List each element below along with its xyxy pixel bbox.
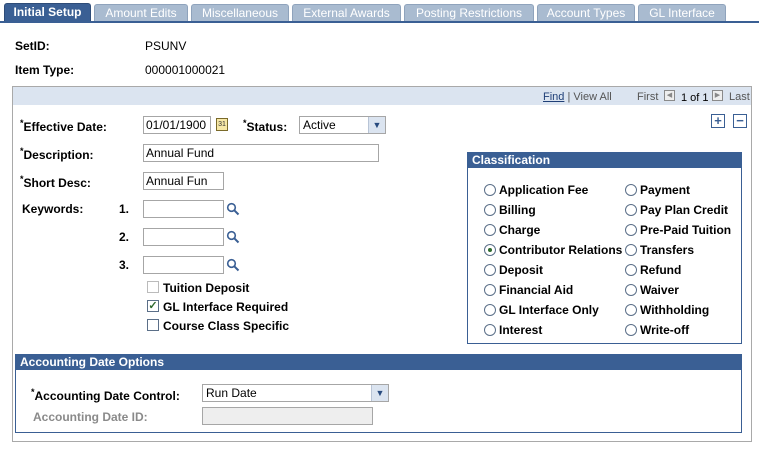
effective-date-label: *Effective Date:	[20, 118, 107, 134]
tab-amount-edits[interactable]: Amount Edits	[94, 4, 188, 22]
keyword-2-input[interactable]	[143, 228, 224, 246]
keyword-2-label: 2.	[119, 230, 130, 244]
add-row-button[interactable]: +	[711, 114, 725, 128]
delete-row-button[interactable]: −	[733, 114, 747, 128]
find-link[interactable]: Find	[543, 91, 564, 103]
classification-radio[interactable]	[625, 324, 637, 336]
classification-option-label: Charge	[499, 223, 541, 237]
course-class-specific-label: Course Class Specific	[163, 319, 290, 333]
short-desc-label: *Short Desc:	[20, 174, 91, 190]
item-type-value: 000001000021	[145, 63, 226, 77]
classification-option-label: Billing	[499, 203, 536, 217]
calendar-icon[interactable]: 31	[216, 118, 228, 131]
tab-posting-restrictions[interactable]: Posting Restrictions	[404, 4, 534, 22]
classification-option-label: Contributor Relations	[499, 243, 623, 257]
gl-interface-required-checkbox[interactable]: ✓	[147, 300, 159, 312]
search-icon[interactable]	[226, 202, 240, 216]
classification-radio[interactable]	[625, 244, 637, 256]
status-select-value: Active	[303, 118, 336, 132]
effective-date-input[interactable]: 01/01/1900	[143, 116, 211, 134]
tab-external-awards[interactable]: External Awards	[292, 4, 401, 22]
status-label: *Status:	[243, 118, 288, 134]
last-arrow-icon[interactable]: ▶	[712, 90, 723, 101]
course-class-specific-checkbox[interactable]	[147, 319, 159, 331]
setid-label: SetID:	[15, 39, 50, 53]
keyword-3-label: 3.	[119, 258, 130, 272]
grid-navigation: Find | View All	[543, 91, 612, 103]
classification-option-label: Financial Aid	[499, 283, 574, 297]
tuition-deposit-checkbox[interactable]	[147, 281, 159, 293]
classification-option-label: Pre-Paid Tuition	[640, 223, 732, 237]
accounting-date-control-label: *Accounting Date Control:	[31, 387, 180, 403]
classification-radio[interactable]	[625, 264, 637, 276]
classification-option-label: Refund	[640, 263, 682, 277]
search-icon[interactable]	[226, 258, 240, 272]
description-input[interactable]: Annual Fund	[143, 144, 379, 162]
keyword-1-label: 1.	[119, 202, 130, 216]
tab-gl-interface[interactable]: GL Interface	[638, 4, 726, 22]
accounting-date-control-value: Run Date	[206, 386, 257, 400]
classification-radio[interactable]	[484, 204, 496, 216]
classification-radio[interactable]	[625, 284, 637, 296]
first-link[interactable]: First	[637, 91, 658, 103]
accounting-date-title: Accounting Date Options	[15, 354, 742, 370]
tab-account-types[interactable]: Account Types	[537, 4, 635, 22]
tab-miscellaneous[interactable]: Miscellaneous	[191, 4, 289, 22]
keyword-3-input[interactable]	[143, 256, 224, 274]
classification-option-label: Withholding	[640, 303, 710, 317]
classification-option-label: Interest	[499, 323, 543, 337]
classification-option-label: Pay Plan Credit	[640, 203, 729, 217]
classification-radio[interactable]	[625, 184, 637, 196]
search-icon[interactable]	[226, 230, 240, 244]
classification-option-label: Transfers	[640, 243, 695, 257]
view-all-link[interactable]: View All	[573, 91, 611, 103]
classification-option-label: Write-off	[640, 323, 690, 337]
classification-option-label: Waiver	[640, 283, 679, 297]
classification-radio[interactable]	[484, 224, 496, 236]
tab-initial-setup[interactable]: Initial Setup	[4, 3, 91, 22]
tab-bar: Initial Setup Amount Edits Miscellaneous…	[0, 0, 759, 23]
classification-radio[interactable]	[484, 184, 496, 196]
short-desc-input[interactable]: Annual Fun	[143, 172, 224, 190]
row-count: 1 of 1	[681, 92, 709, 104]
keywords-label: Keywords:	[22, 202, 84, 216]
classification-radio[interactable]	[484, 324, 496, 336]
classification-radio[interactable]	[484, 264, 496, 276]
chevron-down-icon: ▼	[371, 385, 388, 401]
classification-radio[interactable]	[625, 224, 637, 236]
description-label: *Description:	[20, 146, 94, 162]
gl-interface-required-label: GL Interface Required	[163, 300, 289, 314]
classification-option-label: GL Interface Only	[499, 303, 599, 317]
classification-option-label: Payment	[640, 183, 691, 197]
accounting-date-control-select[interactable]: Run Date ▼	[202, 384, 389, 402]
accounting-date-id-input	[202, 407, 373, 425]
tuition-deposit-label: Tuition Deposit	[163, 281, 250, 295]
tab-underline	[0, 21, 759, 23]
setid-value: PSUNV	[145, 39, 187, 53]
classification-option-label: Application Fee	[499, 183, 589, 197]
classification-radio[interactable]	[625, 304, 637, 316]
item-type-label: Item Type:	[15, 63, 75, 77]
keyword-1-input[interactable]	[143, 200, 224, 218]
classification-option-label: Deposit	[499, 263, 544, 277]
classification-radio[interactable]	[484, 244, 496, 256]
classification-radio[interactable]	[484, 304, 496, 316]
last-link[interactable]: Last	[729, 91, 750, 103]
classification-radio[interactable]	[484, 284, 496, 296]
status-select[interactable]: Active ▼	[299, 116, 386, 134]
first-arrow-icon[interactable]: ◀	[664, 90, 675, 101]
classification-radio[interactable]	[625, 204, 637, 216]
accounting-date-id-label: Accounting Date ID:	[33, 410, 148, 424]
classification-title: Classification	[467, 152, 742, 168]
chevron-down-icon: ▼	[368, 117, 385, 133]
